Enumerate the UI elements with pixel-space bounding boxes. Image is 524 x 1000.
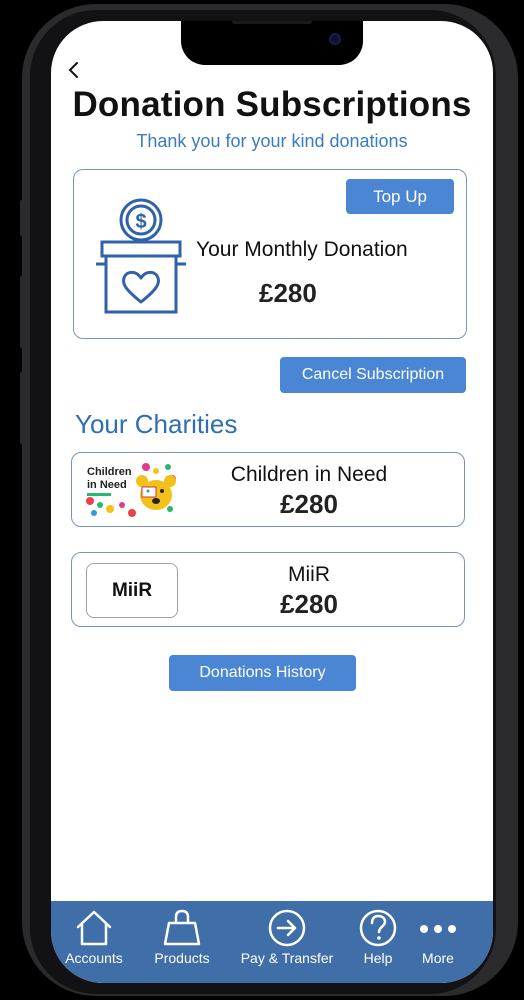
charity-card-children-in-need[interactable]: Children in Need Children in Need £280 [71, 452, 465, 527]
page-title: Donation Subscriptions [72, 85, 472, 124]
tab-pay-transfer[interactable]: Pay & Transfer [237, 909, 337, 979]
more-dots-icon [420, 925, 456, 933]
miir-logo: MiiR [86, 563, 178, 618]
tab-products[interactable]: Products [147, 909, 217, 979]
front-camera [329, 33, 341, 45]
tab-label: More [422, 950, 454, 966]
children-in-need-logo: Children in Need [84, 461, 178, 519]
speaker [232, 21, 312, 24]
volume-down-button [20, 372, 26, 444]
tab-label: Help [363, 950, 393, 966]
screen: Donation Subscriptions Thank you for you… [51, 21, 493, 983]
top-up-button[interactable]: Top Up [346, 179, 454, 214]
charity-amount: £280 [280, 589, 338, 619]
monthly-donation-label: Your Monthly Donation [196, 238, 408, 261]
charity-name: MiiR [288, 563, 330, 586]
tab-label: Accounts [65, 950, 123, 966]
svg-text:Children: Children [87, 466, 132, 478]
charity-name: Children in Need [230, 463, 388, 486]
mute-switch [20, 200, 26, 236]
tab-label: Products [154, 950, 210, 966]
cancel-subscription-button[interactable]: Cancel Subscription [280, 357, 466, 393]
home-icon [76, 910, 112, 946]
svg-text:in Need: in Need [87, 479, 127, 491]
charities-section-title: Your Charities [75, 409, 238, 439]
tab-more[interactable]: More [413, 909, 463, 979]
tab-label: Pay & Transfer [240, 950, 334, 966]
arrow-circle-icon [268, 909, 306, 947]
monthly-donation-amount: £280 [259, 278, 317, 308]
donation-box-icon: $ [96, 198, 186, 314]
monthly-donation-card: Top Up $ Your Monthly Donation £280 [73, 169, 467, 339]
tab-accounts[interactable]: Accounts [61, 909, 127, 979]
page-subtitle: Thank you for your kind donations [136, 131, 408, 151]
charity-amount: £280 [280, 489, 338, 519]
back-button[interactable] [65, 59, 85, 81]
question-icon [359, 909, 397, 947]
tab-help[interactable]: Help [353, 909, 403, 979]
volume-up-button [20, 276, 26, 348]
bag-icon [163, 909, 201, 946]
charity-card-miir[interactable]: MiiR MiiR £280 [71, 552, 465, 627]
notch [181, 21, 363, 65]
chevron-left-icon [68, 62, 78, 78]
donations-history-button[interactable]: Donations History [169, 655, 356, 691]
tab-bar: Accounts Products Pay & Transfer Help Mo… [51, 901, 493, 983]
svg-text:$: $ [135, 211, 146, 233]
